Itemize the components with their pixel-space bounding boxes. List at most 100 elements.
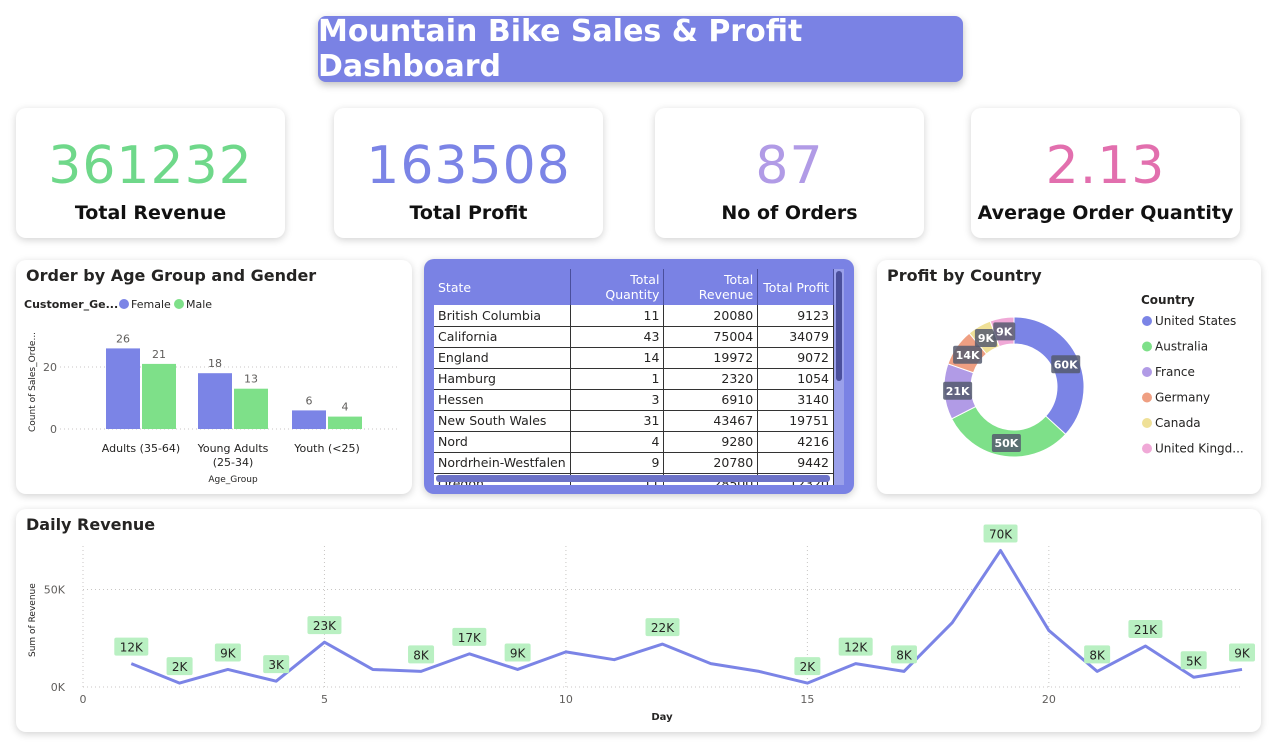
column-header-profit[interactable]: Total Profit (757, 269, 834, 305)
line-data-label: 3K (268, 658, 285, 672)
cell-state: Hamburg (434, 368, 571, 390)
kpi-value: 361232 (48, 136, 253, 196)
daily-revenue-line-chart: Sum of Revenue Day 0K 50K 0 5 10 15 20 12K 2K 9K 3… (28, 524, 1255, 723)
cell-quantity: 14 (570, 347, 665, 369)
revenue-line (130, 549, 1243, 685)
vertical-scroll-thumb[interactable] (836, 271, 842, 381)
line-data-label: 12K (120, 641, 144, 655)
cell-state: California (434, 326, 571, 348)
legend-female-swatch (119, 299, 129, 309)
table-row[interactable]: British Columbia 11 20080 9123 (434, 305, 834, 327)
legend-label: Canada (1155, 416, 1201, 430)
table-row[interactable]: Nord 4 9280 4216 (434, 431, 834, 453)
x-tick-label: 10 (559, 693, 573, 706)
line-data-label: 2K (172, 660, 189, 674)
kpi-avg-quantity-card[interactable]: 2.13 Average Order Quantity (971, 108, 1240, 238)
cell-quantity: 4 (570, 431, 665, 453)
donut-data-label: 9K (978, 332, 995, 345)
x-category-label: Young Adults (197, 442, 269, 455)
kpi-label: Average Order Quantity (977, 202, 1234, 224)
line-data-label: 9K (510, 646, 527, 660)
table-row[interactable]: Nordrhein-Westfalen 9 20780 9442 (434, 452, 834, 474)
bar-data-label: 4 (342, 401, 349, 414)
legend-female-label: Female (131, 298, 171, 311)
cell-state: Hessen (434, 389, 571, 411)
legend-swatch (1142, 316, 1152, 326)
legend-male-swatch (174, 299, 184, 309)
cell-profit: 19751 (757, 410, 834, 432)
y-tick-label: 0K (51, 681, 66, 694)
y-tick-label: 50K (44, 584, 66, 597)
donut-data-label: 9K (996, 325, 1013, 338)
bar-data-label: 13 (244, 373, 258, 386)
cell-profit: 34079 (757, 326, 834, 348)
cell-revenue: 19972 (663, 347, 759, 369)
cell-profit: 9072 (757, 347, 834, 369)
bar-data-label: 26 (116, 332, 130, 345)
cell-profit: 3140 (757, 389, 834, 411)
kpi-value: 163508 (366, 136, 571, 196)
bar-female (106, 348, 140, 429)
column-header-state[interactable]: State (434, 269, 571, 305)
table-header-row: State Total Quantity Total Revenue Total… (434, 269, 834, 305)
bar-female (292, 410, 326, 429)
legend-label: Germany (1155, 391, 1210, 405)
line-data-label: 17K (458, 631, 482, 645)
x-category-label: Youth (<25) (293, 442, 360, 455)
profit-by-country-card[interactable]: Profit by Country Country 60K 50K 21K 14K 9K… (877, 260, 1261, 494)
legend-title: Customer_Ge... (24, 298, 118, 311)
table-row[interactable]: Hessen 3 6910 3140 (434, 389, 834, 411)
cell-revenue: 75004 (663, 326, 759, 348)
donut-data-label: 50K (994, 437, 1018, 450)
donut-data-label: 14K (956, 349, 980, 362)
cell-quantity: 1 (570, 368, 665, 390)
table-row[interactable]: California 43 75004 34079 (434, 326, 834, 348)
age-gender-chart-card[interactable]: Order by Age Group and Gender Customer_G… (16, 260, 412, 494)
column-header-quantity[interactable]: Total Quantity (570, 269, 665, 305)
line-data-label: 70K (989, 528, 1013, 542)
legend-swatch (1142, 367, 1152, 377)
state-table-container[interactable]: State Total Quantity Total Revenue Total… (434, 269, 834, 485)
kpi-value: 87 (755, 136, 824, 196)
cell-revenue: 2320 (663, 368, 759, 390)
horizontal-scrollbar[interactable] (436, 475, 830, 482)
cell-revenue: 20780 (663, 452, 759, 474)
bar-male (234, 388, 268, 429)
cell-state: New South Wales (434, 410, 571, 432)
donut-slice-united-states (1013, 316, 1085, 436)
donut-data-label: 21K (946, 385, 970, 398)
dashboard-title: Mountain Bike Sales & Profit Dashboard (318, 14, 963, 84)
cell-revenue: 20080 (663, 305, 759, 327)
cell-quantity: 43 (570, 326, 665, 348)
table-row[interactable]: Hamburg 1 2320 1054 (434, 368, 834, 390)
x-tick-label: 0 (80, 693, 87, 706)
table-row[interactable]: England 14 19972 9072 (434, 347, 834, 369)
x-category-label: Adults (35-64) (102, 442, 180, 455)
daily-revenue-card[interactable]: Daily Revenue Sum of Revenue Day 0K 50K 0 5… (16, 509, 1261, 732)
kpi-label: Total Revenue (74, 202, 227, 224)
cell-profit: 4216 (757, 431, 834, 453)
bar-data-label: 18 (208, 357, 222, 370)
age-gender-bar-chart: Customer_Ge... Female Male Count of Sale… (24, 298, 400, 485)
state-table: State Total Quantity Total Revenue Total… (434, 269, 834, 485)
cell-revenue: 6910 (663, 389, 759, 411)
cell-state: British Columbia (434, 305, 571, 327)
legend-label: United States (1155, 314, 1236, 328)
kpi-total-revenue-card[interactable]: 361232 Total Revenue (16, 108, 285, 238)
table-row[interactable]: New South Wales 31 43467 19751 (434, 410, 834, 432)
line-data-label: 12K (844, 641, 868, 655)
kpi-total-profit-card[interactable]: 163508 Total Profit (334, 108, 603, 238)
cell-profit: 1054 (757, 368, 834, 390)
line-data-label: 8K (896, 648, 913, 662)
state-table-card[interactable]: State Total Quantity Total Revenue Total… (424, 259, 854, 494)
cell-revenue: 9280 (663, 431, 759, 453)
kpi-value: 2.13 (1045, 136, 1166, 196)
line-data-label: 5K (1186, 654, 1203, 668)
legend-label: Australia (1155, 340, 1208, 354)
kpi-orders-card[interactable]: 87 No of Orders (655, 108, 924, 238)
legend-swatch (1142, 418, 1152, 428)
cell-state: Nordrhein-Westfalen (434, 452, 571, 474)
line-data-label: 9K (220, 646, 237, 660)
bar-data-label: 6 (306, 394, 313, 407)
column-header-revenue[interactable]: Total Revenue (663, 269, 759, 305)
